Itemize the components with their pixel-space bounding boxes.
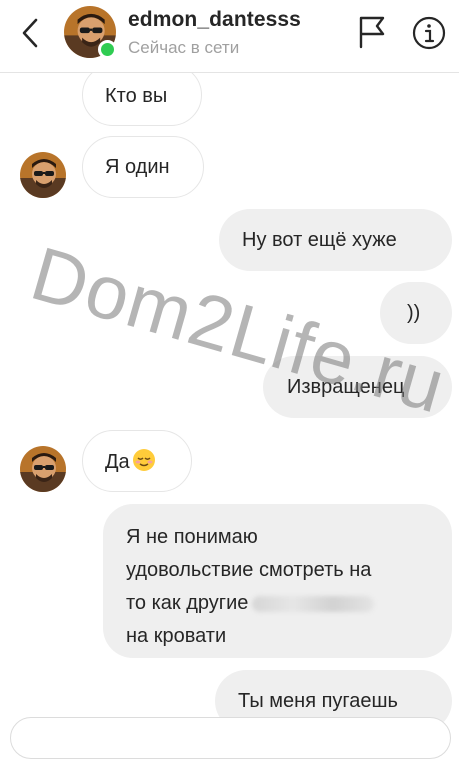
online-status-text: Сейчас в сети [128, 38, 240, 57]
message-line: Я не понимаю [126, 526, 258, 548]
message-bubble-incoming[interactable]: Да [82, 430, 192, 492]
sender-avatar[interactable] [20, 446, 66, 492]
message-line: то как другие [126, 592, 249, 614]
sender-avatar[interactable] [20, 152, 66, 198]
chat-header: edmon_dantesss Сейчас в сети [0, 0, 459, 73]
blurred-word [252, 595, 375, 612]
online-status-dot [98, 40, 117, 59]
flag-icon[interactable] [357, 14, 387, 50]
message-text: )) [407, 302, 421, 324]
message-line-with-blurred-word: то как другие [126, 587, 452, 620]
message-bubble-incoming[interactable]: Кто вы [82, 64, 202, 126]
message-text: Извращенец [287, 376, 405, 398]
info-icon[interactable] [412, 16, 446, 50]
message-text: Ну вот ещё хуже [242, 229, 397, 251]
message-text: Кто вы [105, 85, 168, 107]
message-line: удовольствие смотреть на [126, 559, 372, 581]
message-thread[interactable]: Кто вы Я один Ну вот ещё хуже )) Извраще… [0, 0, 459, 759]
message-bubble-outgoing[interactable]: )) [380, 282, 452, 344]
message-text: Да [105, 451, 130, 473]
message-composer[interactable] [10, 717, 451, 759]
back-chevron-icon[interactable] [16, 16, 46, 50]
message-bubble-incoming[interactable]: Я один [82, 136, 204, 198]
message-bubble-outgoing[interactable]: Извращенец [263, 356, 452, 418]
message-bubble-outgoing[interactable]: Я не понимаю удовольствие смотреть на то… [103, 504, 452, 658]
message-bubble-outgoing[interactable]: Ну вот ещё хуже [219, 209, 452, 271]
message-text: Ты меня пугаешь [238, 690, 398, 712]
message-line: на кровати [126, 625, 227, 647]
relieved-face-emoji [132, 448, 156, 472]
message-text: Я один [105, 156, 170, 178]
username[interactable]: edmon_dantesss [128, 8, 301, 32]
